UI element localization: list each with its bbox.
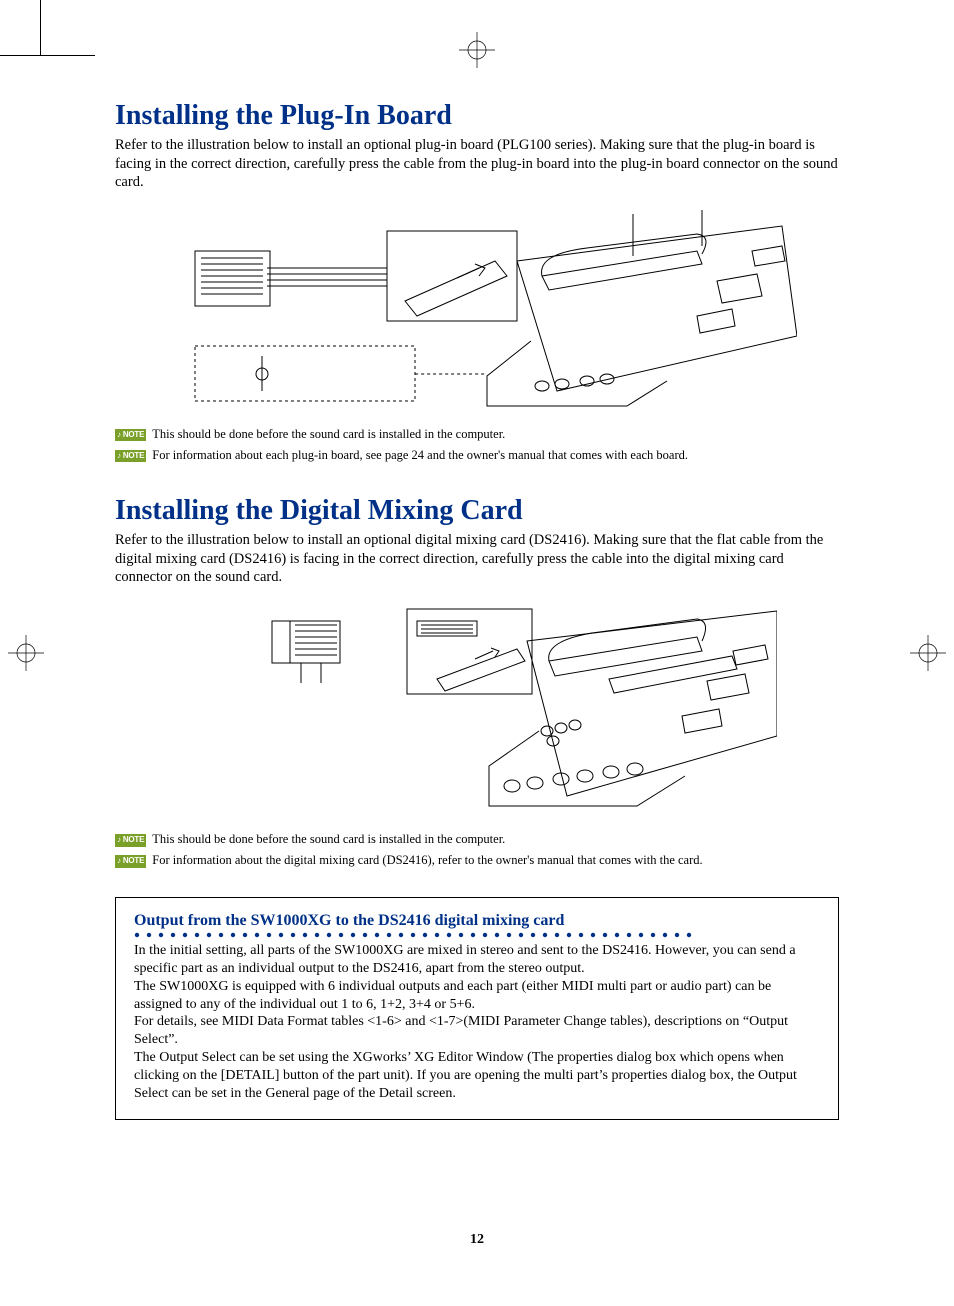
illustration-plugin-board [157, 206, 797, 416]
note-badge-icon: ♪ NOTE [115, 429, 146, 442]
crop-rule-top [0, 55, 95, 56]
crop-mark-right [908, 633, 948, 673]
crop-mark-left [6, 633, 46, 673]
info-box-title: Output from the SW1000XG to the DS2416 d… [134, 912, 820, 930]
page-number: 12 [470, 1232, 484, 1248]
note-2-mixing: ♪ NOTE For information about the digital… [115, 852, 839, 869]
note-1-mixing: ♪ NOTE This should be done before the so… [115, 831, 839, 848]
para-mixing-card: Refer to the illustration below to insta… [115, 531, 839, 587]
note-badge-icon: ♪ NOTE [115, 834, 146, 847]
note-1-plugin: ♪ NOTE This should be done before the so… [115, 426, 839, 443]
para-plugin-board: Refer to the illustration below to insta… [115, 136, 839, 192]
note-badge-icon: ♪ NOTE [115, 855, 146, 868]
crop-rule-side [40, 0, 41, 55]
note-1-plugin-text: This should be done before the sound car… [152, 426, 505, 443]
info-box-output: Output from the SW1000XG to the DS2416 d… [115, 897, 839, 1120]
heading-mixing-card: Installing the Digital Mixing Card [115, 495, 839, 527]
note-2-mixing-text: For information about the digital mixing… [152, 852, 702, 869]
dotted-rule [134, 932, 820, 938]
note-2-plugin-text: For information about each plug-in board… [152, 447, 688, 464]
note-2-plugin: ♪ NOTE For information about each plug-i… [115, 447, 839, 464]
info-box-body: In the initial setting, all parts of the… [134, 942, 820, 1103]
heading-plugin-board: Installing the Plug-In Board [115, 100, 839, 132]
crop-mark-top [457, 30, 497, 70]
note-1-mixing-text: This should be done before the sound car… [152, 831, 505, 848]
note-badge-icon: ♪ NOTE [115, 450, 146, 463]
illustration-mixing-card [177, 601, 777, 821]
page: Installing the Plug-In Board Refer to th… [0, 0, 954, 1306]
